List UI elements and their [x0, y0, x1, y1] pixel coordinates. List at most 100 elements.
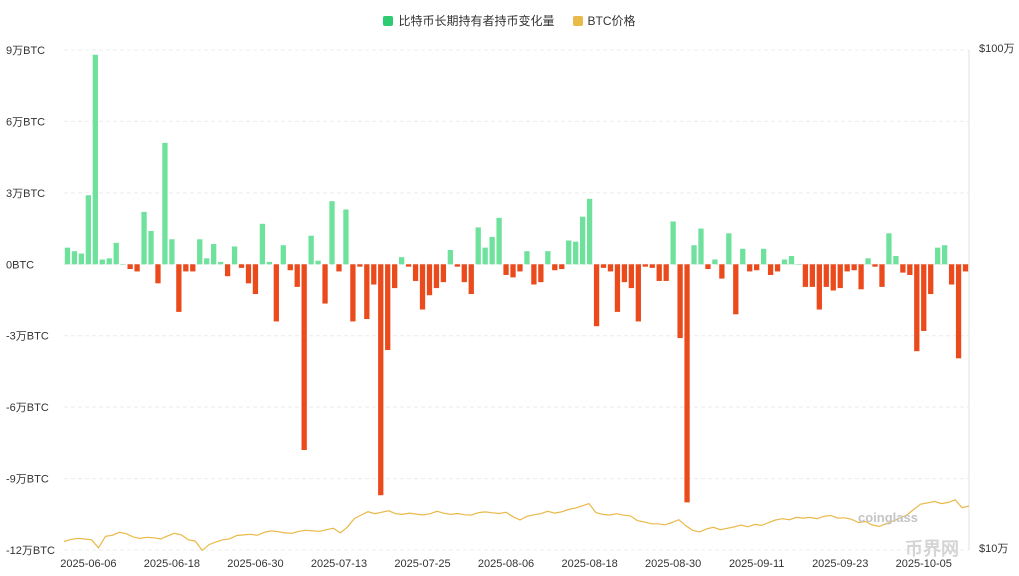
bar: [280, 245, 286, 265]
bar: [816, 264, 822, 310]
bar: [893, 255, 899, 265]
bar: [823, 264, 829, 287]
bar: [802, 264, 809, 287]
x-tick-label: 2025-07-13: [311, 558, 367, 570]
bar: [489, 236, 495, 265]
bar: [677, 264, 683, 339]
bar: [454, 264, 460, 267]
bar: [767, 264, 774, 275]
bar: [628, 264, 635, 289]
bar: [552, 264, 558, 271]
bar: [64, 247, 71, 265]
bar: [468, 264, 474, 295]
bar: [649, 264, 655, 268]
y-tick-label: 9万BTC: [6, 45, 45, 57]
bar: [405, 264, 412, 267]
bar: [935, 247, 941, 265]
bar: [71, 251, 78, 265]
bar: [259, 223, 266, 265]
bar: [781, 259, 788, 265]
bar: [385, 264, 391, 350]
bar: [197, 239, 203, 265]
bar: [760, 248, 767, 265]
x-tick-label: 2025-08-30: [645, 558, 701, 570]
bar: [774, 264, 781, 272]
bar: [740, 248, 746, 265]
bar: [607, 264, 614, 272]
bar: [719, 264, 725, 279]
bar: [183, 264, 189, 272]
x-tick-label: 2025-06-30: [227, 558, 283, 570]
bar: [747, 264, 753, 272]
bar: [795, 264, 802, 265]
bar: [614, 264, 621, 312]
bar: [642, 264, 648, 267]
bar: [231, 246, 238, 265]
bar: [656, 264, 662, 281]
y-tick-label: -3万BTC: [6, 331, 49, 343]
bar: [726, 233, 732, 265]
bar: [252, 264, 259, 295]
bar: [106, 258, 112, 265]
bar: [238, 264, 245, 268]
bar: [705, 264, 711, 270]
bar: [169, 239, 175, 265]
bar: [329, 201, 335, 265]
bar: [134, 264, 140, 272]
bar: [600, 264, 607, 268]
bar: [733, 264, 739, 315]
bar: [621, 264, 628, 283]
bar: [573, 241, 579, 265]
bar: [148, 230, 154, 265]
y-tick-label: -12万BTC: [6, 545, 55, 557]
bar: [955, 264, 962, 359]
y-tick-label: -6万BTC: [6, 402, 49, 414]
bar: [378, 264, 384, 496]
bar: [343, 209, 349, 265]
bar: [865, 258, 871, 265]
bar: [941, 245, 948, 265]
x-tick-label: 2025-06-06: [60, 558, 116, 570]
bar: [928, 264, 934, 295]
bar: [851, 264, 857, 271]
bar: [357, 264, 363, 267]
bar: [962, 264, 969, 272]
bar: [294, 264, 300, 287]
bar: [670, 221, 676, 265]
bar: [287, 264, 293, 271]
price-line: [63, 499, 970, 552]
bar: [176, 264, 182, 312]
bar: [336, 264, 342, 272]
bar: [224, 264, 231, 277]
bar: [545, 251, 551, 265]
bar: [914, 264, 920, 352]
y-tick-label: 3万BTC: [6, 188, 45, 200]
bar: [593, 264, 600, 327]
bar: [141, 211, 147, 265]
y-tick-label: -9万BTC: [6, 474, 49, 486]
y2-tick-label: $10万: [979, 543, 1008, 555]
bar: [579, 216, 586, 265]
bar: [322, 264, 328, 304]
bar: [419, 264, 426, 310]
bar: [364, 264, 370, 320]
x-tick-label: 2025-08-18: [561, 558, 617, 570]
bar: [788, 255, 795, 265]
bar: [566, 240, 572, 265]
bar: [921, 264, 927, 331]
bar: [398, 257, 405, 265]
bar: [586, 198, 593, 265]
bar: [698, 228, 704, 265]
x-tick-label: 2025-09-23: [812, 558, 868, 570]
bar: [858, 264, 864, 290]
bar: [301, 264, 307, 450]
bar: [663, 264, 669, 281]
bar: [879, 264, 885, 287]
bar: [78, 253, 85, 265]
bar: [190, 264, 196, 272]
bar: [475, 227, 481, 265]
bar: [99, 259, 105, 265]
bar: [308, 235, 314, 265]
bar: [273, 264, 279, 322]
bar: [433, 264, 440, 289]
